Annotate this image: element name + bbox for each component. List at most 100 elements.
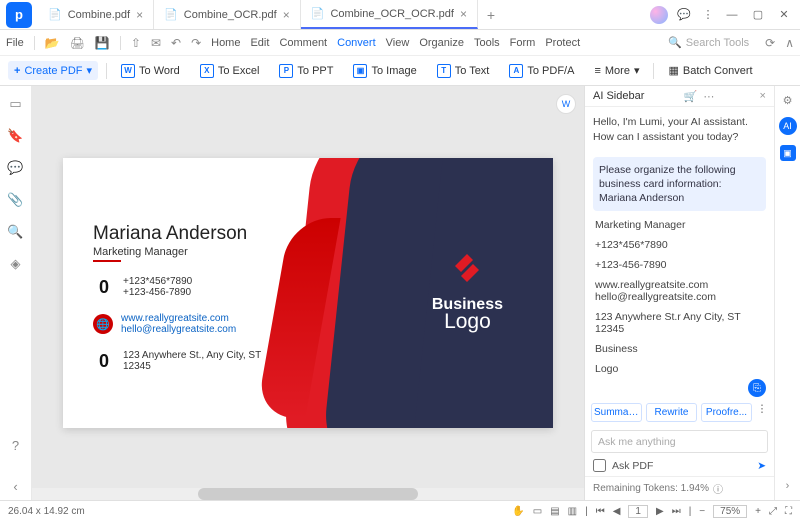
tab-combine-ocr-ocr[interactable]: 📄Combine_OCR_OCR.pdf× [301, 0, 478, 29]
document-canvas[interactable]: W Mariana Anderson Marketing Manager 0 +… [32, 86, 584, 500]
to-text-button[interactable]: TTo Text [431, 61, 496, 81]
menu-edit[interactable]: Edit [250, 37, 269, 49]
zoom-in-icon[interactable]: + [755, 506, 761, 517]
menu-form[interactable]: Form [510, 37, 536, 49]
tab-label: Combine.pdf [68, 9, 130, 21]
app-logo-icon: р [6, 2, 32, 28]
print-icon[interactable]: 🖨 [70, 36, 85, 50]
ai-icon[interactable]: AI [779, 117, 797, 135]
settings-icon[interactable]: ⚙ [783, 94, 793, 107]
create-pdf-button[interactable]: +Create PDF▾ [8, 61, 98, 80]
copy-icon[interactable]: ⎘ [748, 379, 766, 397]
menu-comment[interactable]: Comment [279, 37, 327, 49]
logo-mark-icon [447, 248, 487, 288]
card-name: Mariana Anderson [93, 223, 247, 245]
comments-icon[interactable]: 💬 [7, 160, 23, 176]
next-page-icon[interactable]: ▶ [656, 506, 664, 517]
ai-input[interactable]: Ask me anything [591, 430, 768, 453]
scroll-thumb[interactable] [198, 488, 419, 500]
search-panel-icon[interactable]: 🔍 [7, 224, 23, 240]
cart-icon[interactable]: 🛒 [684, 90, 698, 103]
tab-combine[interactable]: 📄Combine.pdf× [38, 0, 154, 29]
expand-icon[interactable]: ∧ [785, 36, 794, 50]
zoom-level[interactable]: 75% [713, 505, 747, 518]
menu-organize[interactable]: Organize [419, 37, 464, 49]
tool-icon[interactable]: ▣ [780, 145, 796, 161]
page-layout-icon[interactable]: ▥ [568, 506, 577, 517]
more-icon[interactable]: ⋮ [756, 403, 768, 422]
website-link[interactable]: www.reallygreatsite.com [121, 313, 229, 324]
batch-icon: ▦ [668, 64, 678, 77]
more-button[interactable]: ≡More▾ [588, 61, 645, 80]
more-icon[interactable]: ⋯ [703, 90, 714, 103]
redo-icon[interactable]: ↷ [191, 36, 201, 50]
proofread-button[interactable]: Proofre... [701, 403, 752, 422]
help-icon[interactable]: ? [12, 438, 19, 453]
menu-tools[interactable]: Tools [474, 37, 500, 49]
to-ppt-button[interactable]: PTo PPT [273, 61, 339, 81]
new-tab-button[interactable]: + [478, 0, 504, 29]
close-button[interactable]: ✕ [772, 4, 796, 26]
more-icon[interactable]: ⋮ [696, 4, 720, 26]
first-page-icon[interactable]: ◀ [613, 506, 621, 517]
undo-icon[interactable]: ↶ [171, 36, 181, 50]
last-page-icon[interactable]: ⏭ [672, 506, 681, 517]
close-icon[interactable]: × [760, 90, 766, 102]
save-icon[interactable]: 💾 [95, 36, 110, 50]
edit-word-chip-icon[interactable]: W [556, 94, 576, 114]
search-placeholder: Search Tools [686, 37, 749, 49]
minimize-button[interactable]: — [720, 4, 744, 26]
fullscreen-icon[interactable]: ⛶ [785, 506, 792, 517]
search-icon: 🔍 [668, 36, 682, 49]
page-input[interactable]: 1 [628, 505, 648, 518]
horizontal-scrollbar[interactable] [32, 488, 584, 500]
fit-page-icon[interactable]: ⤢ [769, 506, 777, 517]
email-link[interactable]: hello@reallygreatsite.com [121, 324, 236, 335]
menu-protect[interactable]: Protect [545, 37, 580, 49]
mail-icon[interactable]: ✉ [151, 36, 161, 50]
bookmarks-icon[interactable]: 🔖 [7, 128, 23, 144]
menu-file[interactable]: File [6, 37, 24, 49]
tab-combine-ocr[interactable]: 📄Combine_OCR.pdf× [154, 0, 301, 29]
hand-tool-icon[interactable]: ✋ [512, 506, 524, 517]
pdfa-icon: A [509, 64, 523, 78]
batch-convert-button[interactable]: ▦Batch Convert [662, 61, 758, 80]
to-word-button[interactable]: WTo Word [115, 61, 186, 81]
chevron-left-icon[interactable]: ‹ [13, 479, 17, 494]
prev-page-icon[interactable]: ⏮ [596, 506, 605, 517]
cloud-icon[interactable]: ⟳ [765, 36, 775, 50]
menu-convert[interactable]: Convert [337, 37, 376, 49]
ask-pdf-checkbox[interactable] [593, 459, 606, 472]
zoom-out-icon[interactable]: − [699, 506, 705, 517]
to-pdfa-button[interactable]: ATo PDF/A [503, 61, 580, 81]
summarize-button[interactable]: Summar... [591, 403, 642, 422]
phone2: +123-456-7890 [123, 287, 192, 298]
ai-orb-icon[interactable] [650, 6, 668, 24]
open-icon[interactable]: 📂 [45, 36, 60, 50]
layers-icon[interactable]: ◈ [11, 256, 21, 272]
close-icon[interactable]: × [460, 7, 467, 21]
web-row: 🌐 www.reallygreatsite.comhello@reallygre… [93, 313, 236, 335]
rewrite-button[interactable]: Rewrite [646, 403, 697, 422]
info-icon[interactable]: ⓘ [713, 481, 723, 496]
titlebar: р 📄Combine.pdf× 📄Combine_OCR.pdf× 📄Combi… [0, 0, 800, 30]
to-image-button[interactable]: ▣To Image [347, 61, 422, 81]
attachments-icon[interactable]: 📎 [7, 192, 23, 208]
close-icon[interactable]: × [136, 8, 143, 22]
word-icon: W [121, 64, 135, 78]
close-icon[interactable]: × [283, 8, 290, 22]
menu-home[interactable]: Home [211, 37, 240, 49]
thumbnails-icon[interactable]: ▭ [9, 96, 21, 112]
search-tools[interactable]: 🔍 Search Tools [668, 36, 749, 49]
send-icon[interactable]: ➤ [757, 460, 766, 472]
ai-line: Logo [585, 359, 774, 379]
chevron-right-icon[interactable]: › [786, 480, 790, 492]
to-excel-button[interactable]: XTo Excel [194, 61, 266, 81]
select-tool-icon[interactable]: ▭ [533, 506, 542, 517]
share-icon[interactable]: ⇧ [131, 36, 141, 50]
maximize-button[interactable]: ▢ [746, 4, 770, 26]
tab-label: Combine_OCR.pdf [184, 9, 277, 21]
chat-icon[interactable]: 💬 [672, 4, 696, 26]
read-mode-icon[interactable]: ▤ [550, 506, 559, 517]
menu-view[interactable]: View [386, 37, 410, 49]
